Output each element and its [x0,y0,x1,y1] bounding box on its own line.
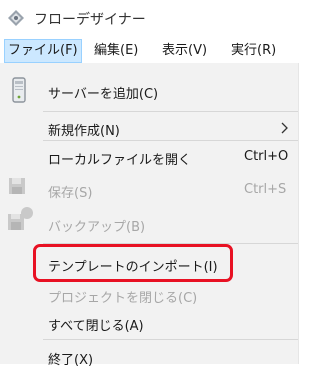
floppy-disk-icon [9,178,25,194]
menu-item-new[interactable]: 新規作成(N) [0,113,298,143]
menu-separator [43,111,298,112]
new-label: 新規作成(N) [48,124,120,139]
open-local-file-label: ローカルファイルを開く [48,153,192,168]
title-bar: フローデザイナー [0,0,299,36]
add-server-label: サーバーを追加(C) [48,87,159,102]
chevron-right-icon [281,122,288,134]
menu-file[interactable]: ファイル(F) [4,39,82,63]
menu-item-add-server[interactable]: サーバーを追加(C) [0,76,298,106]
menu-separator [43,243,298,244]
window-title: フローデザイナー [34,12,146,28]
menu-separator [43,140,298,141]
menu-item-backup[interactable]: バックアップ(B) [0,207,298,239]
file-menu-dropdown: サーバーを追加(C) 新規作成(N) ローカルファイルを開く Ctrl+O 保存… [0,63,299,368]
menu-item-open-local-file[interactable]: ローカルファイルを開く Ctrl+O [0,142,298,172]
server-icon [12,77,26,103]
close-project-label: プロジェクトを閉じる(C) [48,291,198,306]
exit-label: 終了(X) [48,353,94,368]
menu-separator [43,339,298,340]
menu-item-save[interactable]: 保存(S) Ctrl+S [0,175,298,205]
import-template-label: テンプレートのインポート(I) [48,260,218,275]
menu-item-exit[interactable]: 終了(X) [0,342,298,372]
menu-bar: ファイル(F) 編集(E) 表示(V) 実行(R) [0,39,299,64]
backup-label: バックアップ(B) [48,220,146,235]
backup-icon [8,207,33,230]
menu-view[interactable]: 表示(V) [159,39,210,62]
close-all-label: すべて閉じる(A) [48,319,144,334]
menu-item-close-all[interactable]: すべて閉じる(A) [0,308,298,338]
open-shortcut: Ctrl+O [244,149,289,164]
menu-edit[interactable]: 編集(E) [91,39,141,62]
save-label: 保存(S) [48,186,93,201]
save-shortcut: Ctrl+S [244,182,287,197]
menu-item-import-template[interactable]: テンプレートのインポート(I) [0,249,298,279]
menu-item-close-project[interactable]: プロジェクトを閉じる(C) [0,280,298,310]
menu-run[interactable]: 実行(R) [228,39,279,62]
app-icon [8,10,24,26]
